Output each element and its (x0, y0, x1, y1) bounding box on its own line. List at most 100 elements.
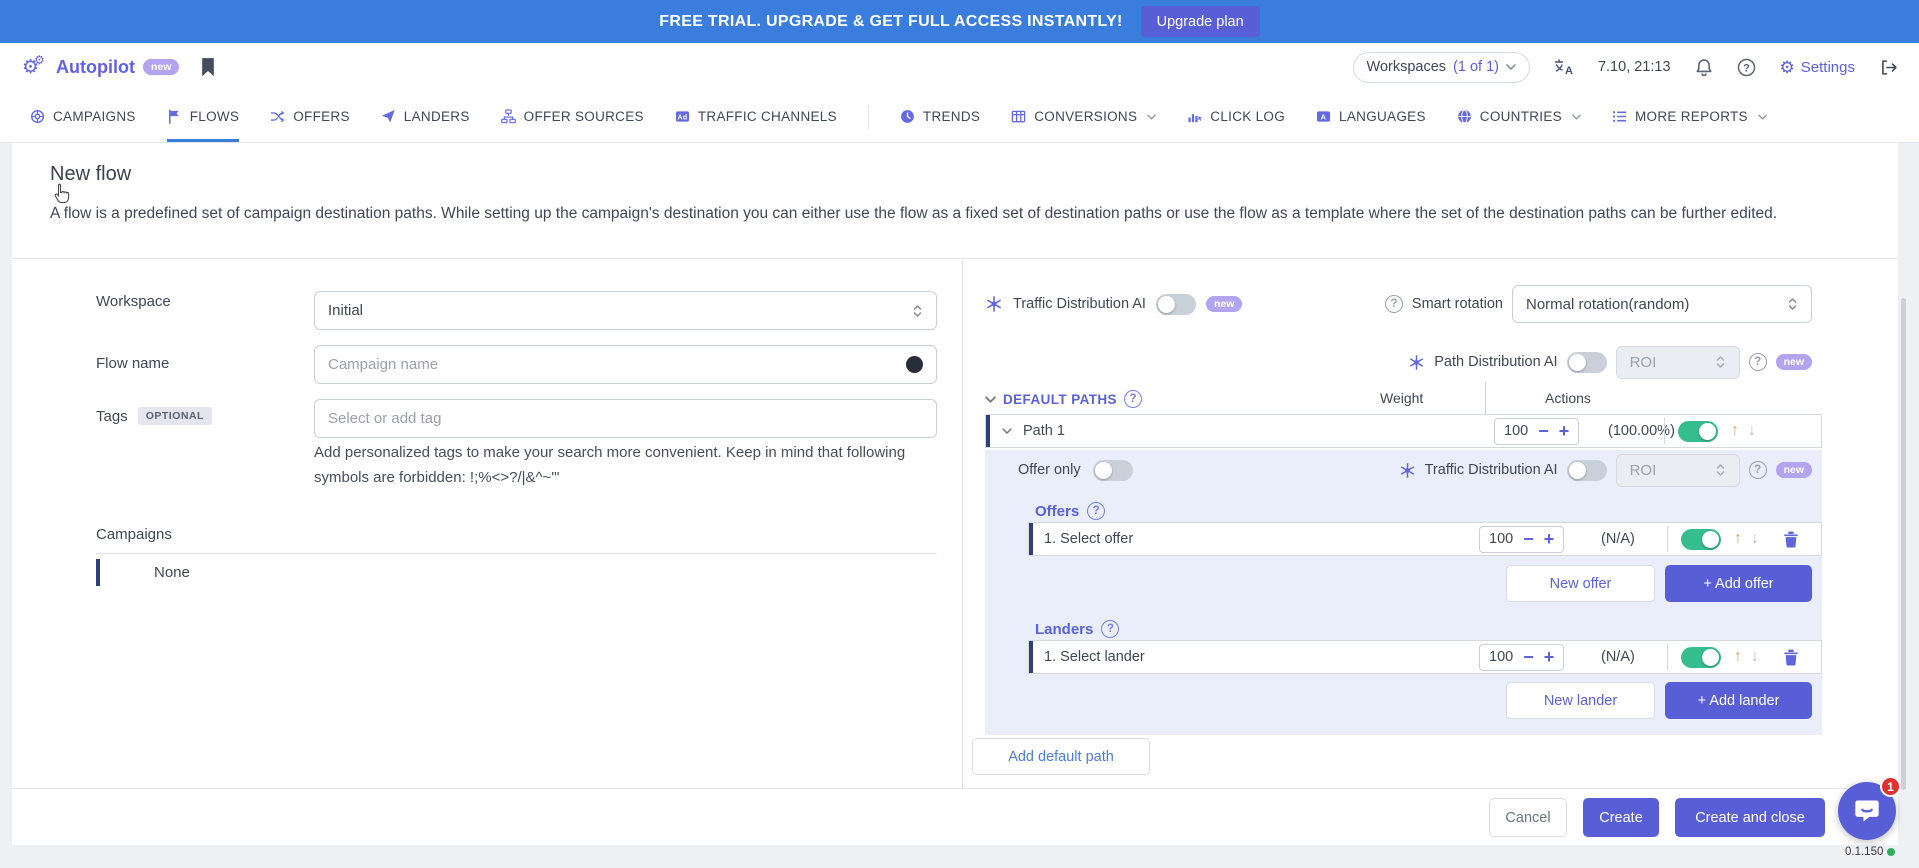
new-flow-card: New flow A flow is a predefined set of c… (12, 143, 1898, 845)
chevron-down-icon[interactable] (1002, 428, 1012, 434)
nav-item-flows[interactable]: FLOWS (167, 91, 240, 142)
path-enabled-toggle[interactable] (1678, 421, 1718, 442)
plus-button[interactable]: + (1559, 422, 1570, 440)
trends-icon (900, 109, 915, 124)
lander-select-label[interactable]: 1. Select lander (1044, 649, 1145, 665)
move-up-icon[interactable]: ↑ (1731, 422, 1739, 440)
plus-button[interactable]: + (1544, 648, 1555, 666)
path-traffic-ai-help-icon[interactable]: ? (1749, 461, 1767, 479)
plus-button[interactable]: + (1544, 530, 1555, 548)
workspace-select[interactable]: Initial (314, 291, 937, 330)
trial-banner: FREE TRIAL. UPGRADE & GET FULL ACCESS IN… (0, 0, 1919, 43)
offers-heading: Offers (1035, 503, 1079, 520)
nav-item-more-reports[interactable]: MORE REPORTS (1612, 91, 1767, 142)
path-traffic-ai-metric-select[interactable]: ROI (1616, 454, 1740, 487)
minus-button[interactable]: − (1523, 530, 1534, 548)
path-weight-stepper: 100 − + (1494, 418, 1579, 445)
offer-sources-icon (501, 109, 516, 124)
select-chevrons-icon (1715, 462, 1726, 478)
move-down-icon[interactable]: ↓ (1751, 530, 1759, 548)
help-icon[interactable]: ? (1737, 58, 1756, 77)
smart-rotation-help-icon[interactable]: ? (1385, 295, 1403, 313)
default-paths-help-icon[interactable]: ? (1124, 390, 1142, 408)
path-traffic-ai-toggle[interactable] (1567, 460, 1607, 481)
offers-icon (270, 109, 285, 124)
settings-button[interactable]: ⚙ Settings (1780, 59, 1855, 76)
conversions-icon (1011, 109, 1026, 124)
chevron-down-icon (1572, 114, 1581, 120)
cancel-button[interactable]: Cancel (1489, 798, 1567, 837)
flow-name-label: Flow name (96, 355, 169, 372)
add-offer-button[interactable]: + Add offer (1665, 565, 1812, 602)
nav-item-campaigns[interactable]: CAMPAIGNS (30, 91, 136, 142)
offer-enabled-toggle[interactable] (1681, 529, 1721, 550)
upgrade-plan-button[interactable]: Upgrade plan (1141, 6, 1260, 37)
workspaces-count: (1 of 1) (1453, 59, 1499, 75)
path-ai-toggle[interactable] (1567, 352, 1607, 373)
smart-rotation-select[interactable]: Normal rotation(random) (1512, 285, 1812, 323)
nav-item-trends[interactable]: TRENDS (900, 91, 980, 142)
path-ai-metric-select[interactable]: ROI (1616, 346, 1740, 379)
lander-weight-stepper: 100 − + (1479, 644, 1564, 671)
path-ai-help-icon[interactable]: ? (1749, 353, 1767, 371)
tags-input[interactable] (328, 410, 923, 427)
add-default-path-button[interactable]: Add default path (972, 738, 1150, 775)
new-offer-button[interactable]: New offer (1506, 565, 1655, 602)
chevron-down-icon (1147, 114, 1156, 120)
new-lander-button[interactable]: New lander (1506, 682, 1655, 719)
bookmark-icon[interactable] (201, 58, 215, 77)
chevron-down-icon (1506, 64, 1516, 70)
select-chevrons-icon (1787, 296, 1798, 312)
nav-item-offers[interactable]: OFFERS (270, 91, 350, 142)
add-lander-button[interactable]: + Add lander (1665, 682, 1812, 719)
move-down-icon[interactable]: ↓ (1751, 648, 1759, 666)
logout-icon[interactable] (1879, 59, 1897, 76)
svg-text:A: A (1321, 112, 1327, 121)
translate-icon[interactable]: A (1554, 59, 1574, 76)
select-chevrons-icon (1715, 354, 1726, 370)
lander-enabled-toggle[interactable] (1681, 647, 1721, 668)
move-up-icon[interactable]: ↑ (1734, 530, 1742, 548)
nav-item-conversions[interactable]: CONVERSIONS (1011, 91, 1156, 142)
flow-name-input[interactable] (328, 356, 906, 373)
svg-text:Ad: Ad (677, 114, 687, 121)
landers-help-icon[interactable]: ? (1101, 620, 1119, 638)
bell-icon[interactable] (1695, 58, 1713, 77)
nav-item-traffic-channels[interactable]: Ad TRAFFIC CHANNELS (675, 91, 837, 142)
settings-label: Settings (1801, 59, 1855, 76)
landers-heading: Landers (1035, 621, 1093, 638)
nav-item-offer-sources[interactable]: OFFER SOURCES (501, 91, 644, 142)
workspaces-label: Workspaces (1367, 59, 1447, 75)
offer-select-label[interactable]: 1. Select offer (1044, 531, 1133, 547)
nav-item-languages[interactable]: A LANGUAGES (1316, 91, 1426, 142)
landers-icon (381, 109, 396, 124)
traffic-ai-label: Traffic Distribution AI (1013, 296, 1146, 312)
create-button[interactable]: Create (1583, 798, 1659, 837)
divider (1664, 418, 1665, 444)
actions-column-header: Actions (1545, 390, 1591, 406)
traffic-ai-toggle[interactable] (1156, 294, 1196, 315)
nav-item-landers[interactable]: LANDERS (381, 91, 470, 142)
scrollbar-thumb[interactable] (1901, 298, 1906, 790)
color-dot-picker[interactable] (906, 356, 923, 373)
path-ai-label: Path Distribution AI (1434, 354, 1557, 370)
offers-help-icon[interactable]: ? (1087, 502, 1105, 520)
nav-separator (868, 105, 869, 129)
status-dot (1887, 848, 1895, 856)
trash-icon[interactable] (1783, 531, 1799, 548)
move-up-icon[interactable]: ↑ (1734, 648, 1742, 666)
chevron-down-icon[interactable] (985, 396, 996, 403)
trash-icon[interactable] (1783, 649, 1799, 666)
nav-item-click-log[interactable]: CLICK LOG (1187, 91, 1285, 142)
workspaces-selector[interactable]: Workspaces (1 of 1) (1353, 52, 1530, 83)
move-down-icon[interactable]: ↓ (1748, 422, 1756, 440)
brand-logo[interactable]: ⚙⚙ Autopilot new (22, 57, 179, 78)
lander-weight-value[interactable]: 100 (1489, 649, 1513, 665)
create-and-close-button[interactable]: Create and close (1675, 798, 1825, 837)
path-weight-value[interactable]: 100 (1504, 423, 1528, 439)
offer-weight-value[interactable]: 100 (1489, 531, 1513, 547)
minus-button[interactable]: − (1523, 648, 1534, 666)
offer-only-toggle[interactable] (1093, 460, 1133, 481)
minus-button[interactable]: − (1538, 422, 1549, 440)
nav-item-countries[interactable]: COUNTRIES (1457, 91, 1581, 142)
